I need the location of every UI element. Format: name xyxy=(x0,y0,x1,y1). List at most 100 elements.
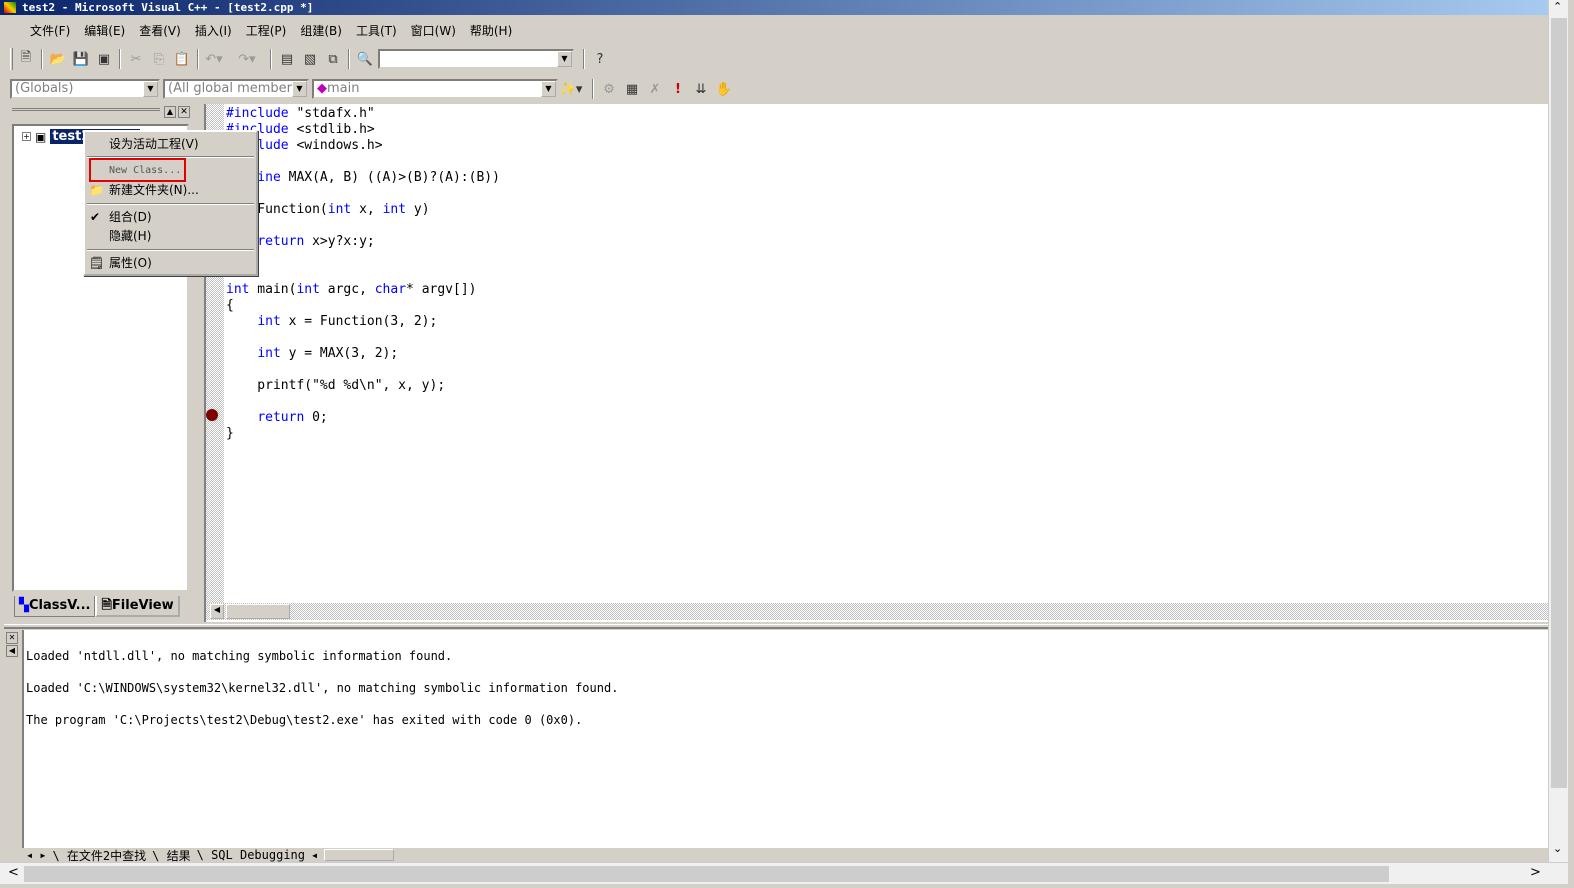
menu-item-new-folder[interactable]: 📁 新建文件夹(N)... xyxy=(87,181,254,199)
tab-scroll-left-icon[interactable]: ◂ xyxy=(26,848,33,862)
find-combo[interactable]: ▼ xyxy=(378,49,574,69)
tab-classview[interactable]: ▚ClassV... xyxy=(14,596,96,617)
code-line[interactable]: return 0; xyxy=(226,410,500,426)
menu-tools[interactable]: 工具(T) xyxy=(356,22,397,39)
scroll-thumb[interactable] xyxy=(226,604,290,619)
expand-icon[interactable]: + xyxy=(22,132,31,141)
windows-icon[interactable]: ⧉ xyxy=(323,49,343,69)
undo-icon[interactable]: ↶▾ xyxy=(204,49,224,69)
menu-item-hide[interactable]: 隐藏(H) xyxy=(87,227,254,245)
scroll-down-icon[interactable]: ⌄ xyxy=(1553,842,1562,855)
code-line[interactable]: int x = Function(3, 2); xyxy=(226,314,500,330)
code-line[interactable]: return x>y?x:y; xyxy=(226,234,500,250)
execute-icon[interactable]: ! xyxy=(668,79,688,99)
maximize-icon[interactable]: ▲ xyxy=(164,106,176,118)
cut-icon[interactable]: ✂ xyxy=(126,49,146,69)
tab-results[interactable]: \ 结果 xyxy=(152,847,190,864)
workspace-icon[interactable]: ▤ xyxy=(277,49,297,69)
menu-insert[interactable]: 插入(I) xyxy=(195,22,232,39)
panel-grip[interactable] xyxy=(12,108,160,114)
menu-help[interactable]: 帮助(H) xyxy=(470,22,512,39)
scroll-thumb[interactable] xyxy=(1551,18,1567,788)
code-editor[interactable]: #include "stdafx.h"#include <stdlib.h>#i… xyxy=(204,104,1548,622)
breakpoint-hand-icon[interactable]: ✋ xyxy=(714,79,734,99)
menu-edit[interactable]: 编辑(E) xyxy=(84,22,125,39)
tab-sql-debugging[interactable]: \ SQL Debugging xyxy=(197,848,305,862)
new-file-icon[interactable]: 🗎 xyxy=(16,49,36,69)
menu-item-set-active-project[interactable]: 设为活动工程(V) xyxy=(87,135,254,153)
output-close-icon[interactable]: ✕ xyxy=(6,632,18,644)
tab-scroll-right-icon[interactable]: ▸ xyxy=(39,848,46,862)
output-line: Loaded 'ntdll.dll', no matching symbolic… xyxy=(26,649,453,663)
code-line[interactable]: { xyxy=(226,218,500,234)
open-icon[interactable]: 📂 xyxy=(48,49,68,69)
code-line[interactable]: } xyxy=(226,426,500,442)
code-line[interactable]: #include <stdlib.h> xyxy=(226,122,500,138)
keyword: return xyxy=(257,234,305,249)
chevron-down-icon[interactable]: ▼ xyxy=(557,51,572,67)
code-line[interactable] xyxy=(226,330,500,346)
save-all-icon[interactable]: ▣ xyxy=(94,49,114,69)
editor-hscrollbar[interactable]: ◀ xyxy=(206,603,1548,620)
code-line[interactable] xyxy=(226,394,500,410)
close-icon[interactable]: ✕ xyxy=(178,106,190,118)
menu-build[interactable]: 组建(B) xyxy=(300,22,342,39)
code-line[interactable]: #include "stdafx.h" xyxy=(226,106,500,122)
compile-icon[interactable]: ⚙ xyxy=(599,79,619,99)
menu-view[interactable]: 查看(V) xyxy=(139,22,181,39)
code-line[interactable]: int Function(int x, int y) xyxy=(226,202,500,218)
code-token: main( xyxy=(249,282,297,297)
menu-project[interactable]: 工程(P) xyxy=(246,22,287,39)
scroll-left-icon[interactable]: ◀ xyxy=(210,604,224,619)
code-line[interactable]: #define MAX(A, B) ((A)>(B)?(A):(B)) xyxy=(226,170,500,186)
menu-item-group[interactable]: ✔ 组合(D) xyxy=(87,208,254,226)
horizontal-scrollbar[interactable]: < > xyxy=(0,862,1568,884)
build-icon[interactable]: ▦ xyxy=(622,79,642,99)
class-combo[interactable]: (Globals) ▼ xyxy=(10,79,160,99)
member-combo[interactable]: ◆main ▼ xyxy=(312,79,558,99)
scroll-left-icon[interactable]: < xyxy=(8,865,19,880)
scroll-right-icon[interactable]: > xyxy=(1530,865,1541,880)
code-line[interactable] xyxy=(226,266,500,282)
code-line[interactable] xyxy=(226,186,500,202)
code-line[interactable]: #include <windows.h> xyxy=(226,138,500,154)
chevron-down-icon[interactable]: ▼ xyxy=(292,81,307,97)
copy-icon[interactable]: ⎘ xyxy=(149,49,169,69)
menu-bar: 文件(F) 编辑(E) 查看(V) 插入(I) 工程(P) 组建(B) 工具(T… xyxy=(8,20,512,40)
code-line[interactable]: printf("%d %d\n", x, y); xyxy=(226,378,500,394)
wizard-action-icon[interactable]: ✨▾ xyxy=(560,79,583,99)
output-icon[interactable]: ▧ xyxy=(300,49,320,69)
breakpoint-icon[interactable] xyxy=(206,409,218,421)
app-icon xyxy=(4,2,16,13)
stop-build-icon[interactable]: ✗ xyxy=(645,79,665,99)
find-in-files-icon[interactable]: 🔍 xyxy=(355,49,375,69)
go-icon[interactable]: ⇊ xyxy=(691,79,711,99)
paste-icon[interactable]: 📋 xyxy=(172,49,192,69)
source-code[interactable]: #include "stdafx.h"#include <stdlib.h>#i… xyxy=(226,106,500,442)
redo-icon[interactable]: ↷▾ xyxy=(237,49,257,69)
code-line[interactable]: { xyxy=(226,298,500,314)
tab-fileview[interactable]: 🗎FileView xyxy=(95,596,180,617)
chevron-down-icon[interactable]: ▼ xyxy=(143,81,158,97)
scroll-thumb[interactable] xyxy=(24,866,1389,882)
pane-splitter[interactable] xyxy=(4,624,1548,629)
output-scroll-left-icon[interactable]: ◂ xyxy=(311,848,318,862)
chevron-down-icon[interactable]: ▼ xyxy=(541,81,556,97)
code-line[interactable]: } xyxy=(226,250,500,266)
save-icon[interactable]: 💾 xyxy=(71,49,91,69)
search-help-icon[interactable]: ? xyxy=(590,49,610,69)
menu-window[interactable]: 窗口(W) xyxy=(411,22,456,39)
filter-combo[interactable]: (All global members) ▼ xyxy=(163,79,309,99)
tab-find-in-files-2[interactable]: \ 在文件2中查找 xyxy=(52,847,146,864)
code-line[interactable]: int y = MAX(3, 2); xyxy=(226,346,500,362)
code-line[interactable] xyxy=(226,154,500,170)
scroll-up-icon[interactable]: ⌃ xyxy=(1553,0,1562,13)
menu-item-properties[interactable]: 🗒 属性(O) xyxy=(87,254,254,272)
output-scroll-thumb[interactable] xyxy=(324,849,395,861)
code-line[interactable]: int main(int argc, char* argv[]) xyxy=(226,282,500,298)
code-line[interactable] xyxy=(226,362,500,378)
menu-file[interactable]: 文件(F) xyxy=(30,22,70,39)
vertical-scrollbar[interactable]: ⌃ ⌄ xyxy=(1548,0,1568,862)
output-restore-icon[interactable]: ◀ xyxy=(6,645,18,657)
